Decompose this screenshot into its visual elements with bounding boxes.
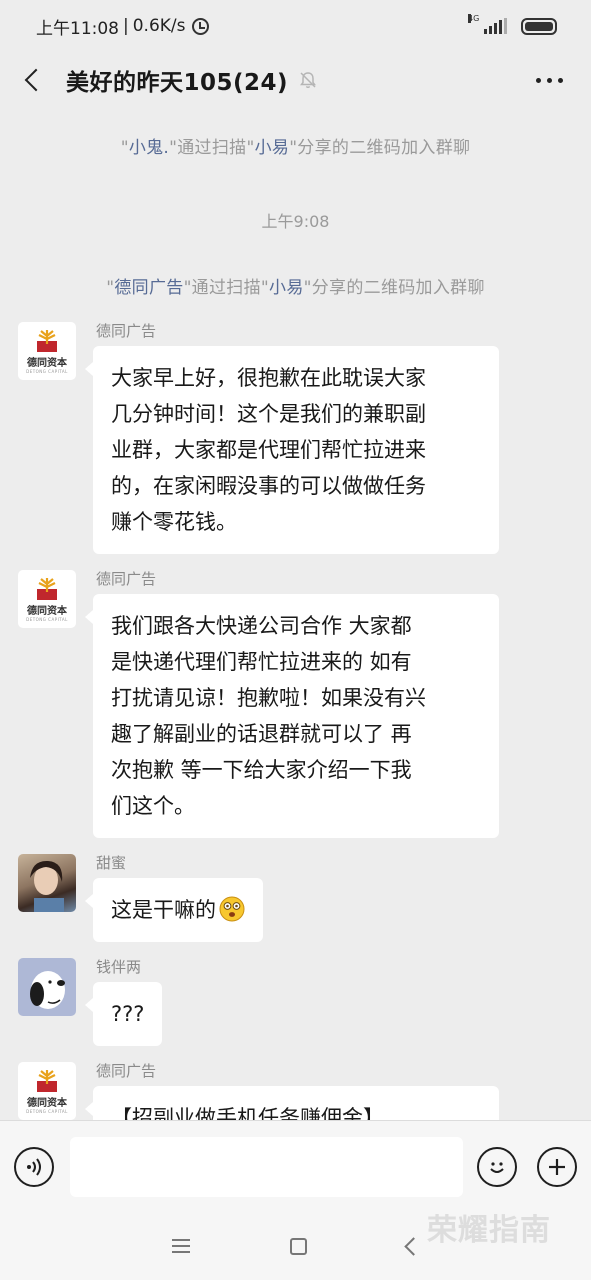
more-functions-button[interactable] xyxy=(537,1146,577,1187)
sender-name: 德同广告 xyxy=(96,322,157,340)
voice-input-button[interactable] xyxy=(14,1146,54,1187)
message-bubble[interactable]: 【招副业做手机任务赚佣金】 xyxy=(85,1086,499,1120)
more-options-icon[interactable] xyxy=(536,77,563,83)
message-list[interactable]: "小鬼."通过扫描"小易"分享的二维码加入群聊 上午9:08 "德同广告"通过扫… xyxy=(0,108,591,1120)
notice-member-name[interactable]: 小鬼. xyxy=(129,138,169,158)
message-text-input[interactable] xyxy=(70,1136,463,1197)
message-bubble[interactable]: 我们跟各大快递公司合作 大家都 是快递代理们帮忙拉进来的 如有 打扰请见谅！抱歉… xyxy=(85,594,499,838)
notice-inviter-name[interactable]: 小易 xyxy=(269,278,304,298)
home-square-icon[interactable] xyxy=(289,1237,307,1255)
alarm-clock-icon xyxy=(191,17,209,35)
signal-icon: 4G xyxy=(468,14,507,34)
battery-icon xyxy=(521,17,557,35)
watermark: 荣耀指南 xyxy=(427,1213,551,1248)
message-bubble[interactable]: ??? xyxy=(84,982,163,1046)
sender-name: 甜蜜 xyxy=(96,854,127,872)
sender-name: 钱伴两 xyxy=(96,958,142,976)
smiley-icon xyxy=(490,1161,504,1173)
status-left: 上午11:08 | 0.6K/s xyxy=(36,14,209,39)
message-bubble[interactable]: 大家早上好，很抱歉在此耽误大家 几分钟时间！这个是我们的兼职副 业群，大家都是代… xyxy=(85,346,499,554)
join-notice: "德同广告"通过扫描"小易"分享的二维码加入群聊 xyxy=(106,278,485,298)
notice-member-name[interactable]: 德同广告 xyxy=(114,278,183,298)
snoopy-avatar[interactable] xyxy=(18,958,76,1016)
tree-logo-icon xyxy=(37,578,57,600)
tree-logo-icon xyxy=(37,330,57,352)
sender-name: 德同广告 xyxy=(96,570,157,588)
message-timestamp: 上午9:08 xyxy=(261,212,330,231)
chat-header: 美好的昨天105(24) xyxy=(0,52,591,108)
emoji-button[interactable] xyxy=(477,1146,517,1187)
status-separator: | xyxy=(123,16,129,36)
sender-name: 德同广告 xyxy=(96,1062,157,1080)
company-logo-avatar[interactable]: 德同资本 DETONG CAPITAL xyxy=(18,322,76,380)
status-bar: 上午11:08 | 0.6K/s 4G xyxy=(0,0,591,52)
status-speed: 0.6K/s xyxy=(132,16,186,36)
network-type: 4G xyxy=(468,14,480,23)
tree-logo-icon xyxy=(37,1070,57,1092)
status-right: 4G xyxy=(468,14,557,35)
menu-icon[interactable] xyxy=(171,1239,190,1253)
mute-bell-icon xyxy=(298,70,318,90)
chat-input-bar xyxy=(0,1120,591,1212)
status-time: 上午11:08 xyxy=(36,18,119,39)
company-logo-avatar[interactable]: 德同资本 DETONG CAPITAL xyxy=(18,1062,76,1120)
dizzy-face-emoji-icon xyxy=(219,896,245,922)
nav-back-icon[interactable] xyxy=(403,1236,423,1256)
message-bubble[interactable]: 这是干嘛的 xyxy=(85,878,263,942)
voice-wave-icon xyxy=(27,1157,41,1176)
back-arrow-icon[interactable] xyxy=(24,68,48,92)
company-logo-avatar[interactable]: 德同资本 DETONG CAPITAL xyxy=(18,570,76,628)
plus-icon xyxy=(549,1158,565,1175)
notice-inviter-name[interactable]: 小易 xyxy=(255,138,290,158)
girl-photo-avatar[interactable] xyxy=(18,854,76,912)
chat-title: 美好的昨天105(24) xyxy=(66,70,289,96)
join-notice: "小鬼."通过扫描"小易"分享的二维码加入群聊 xyxy=(120,138,471,158)
